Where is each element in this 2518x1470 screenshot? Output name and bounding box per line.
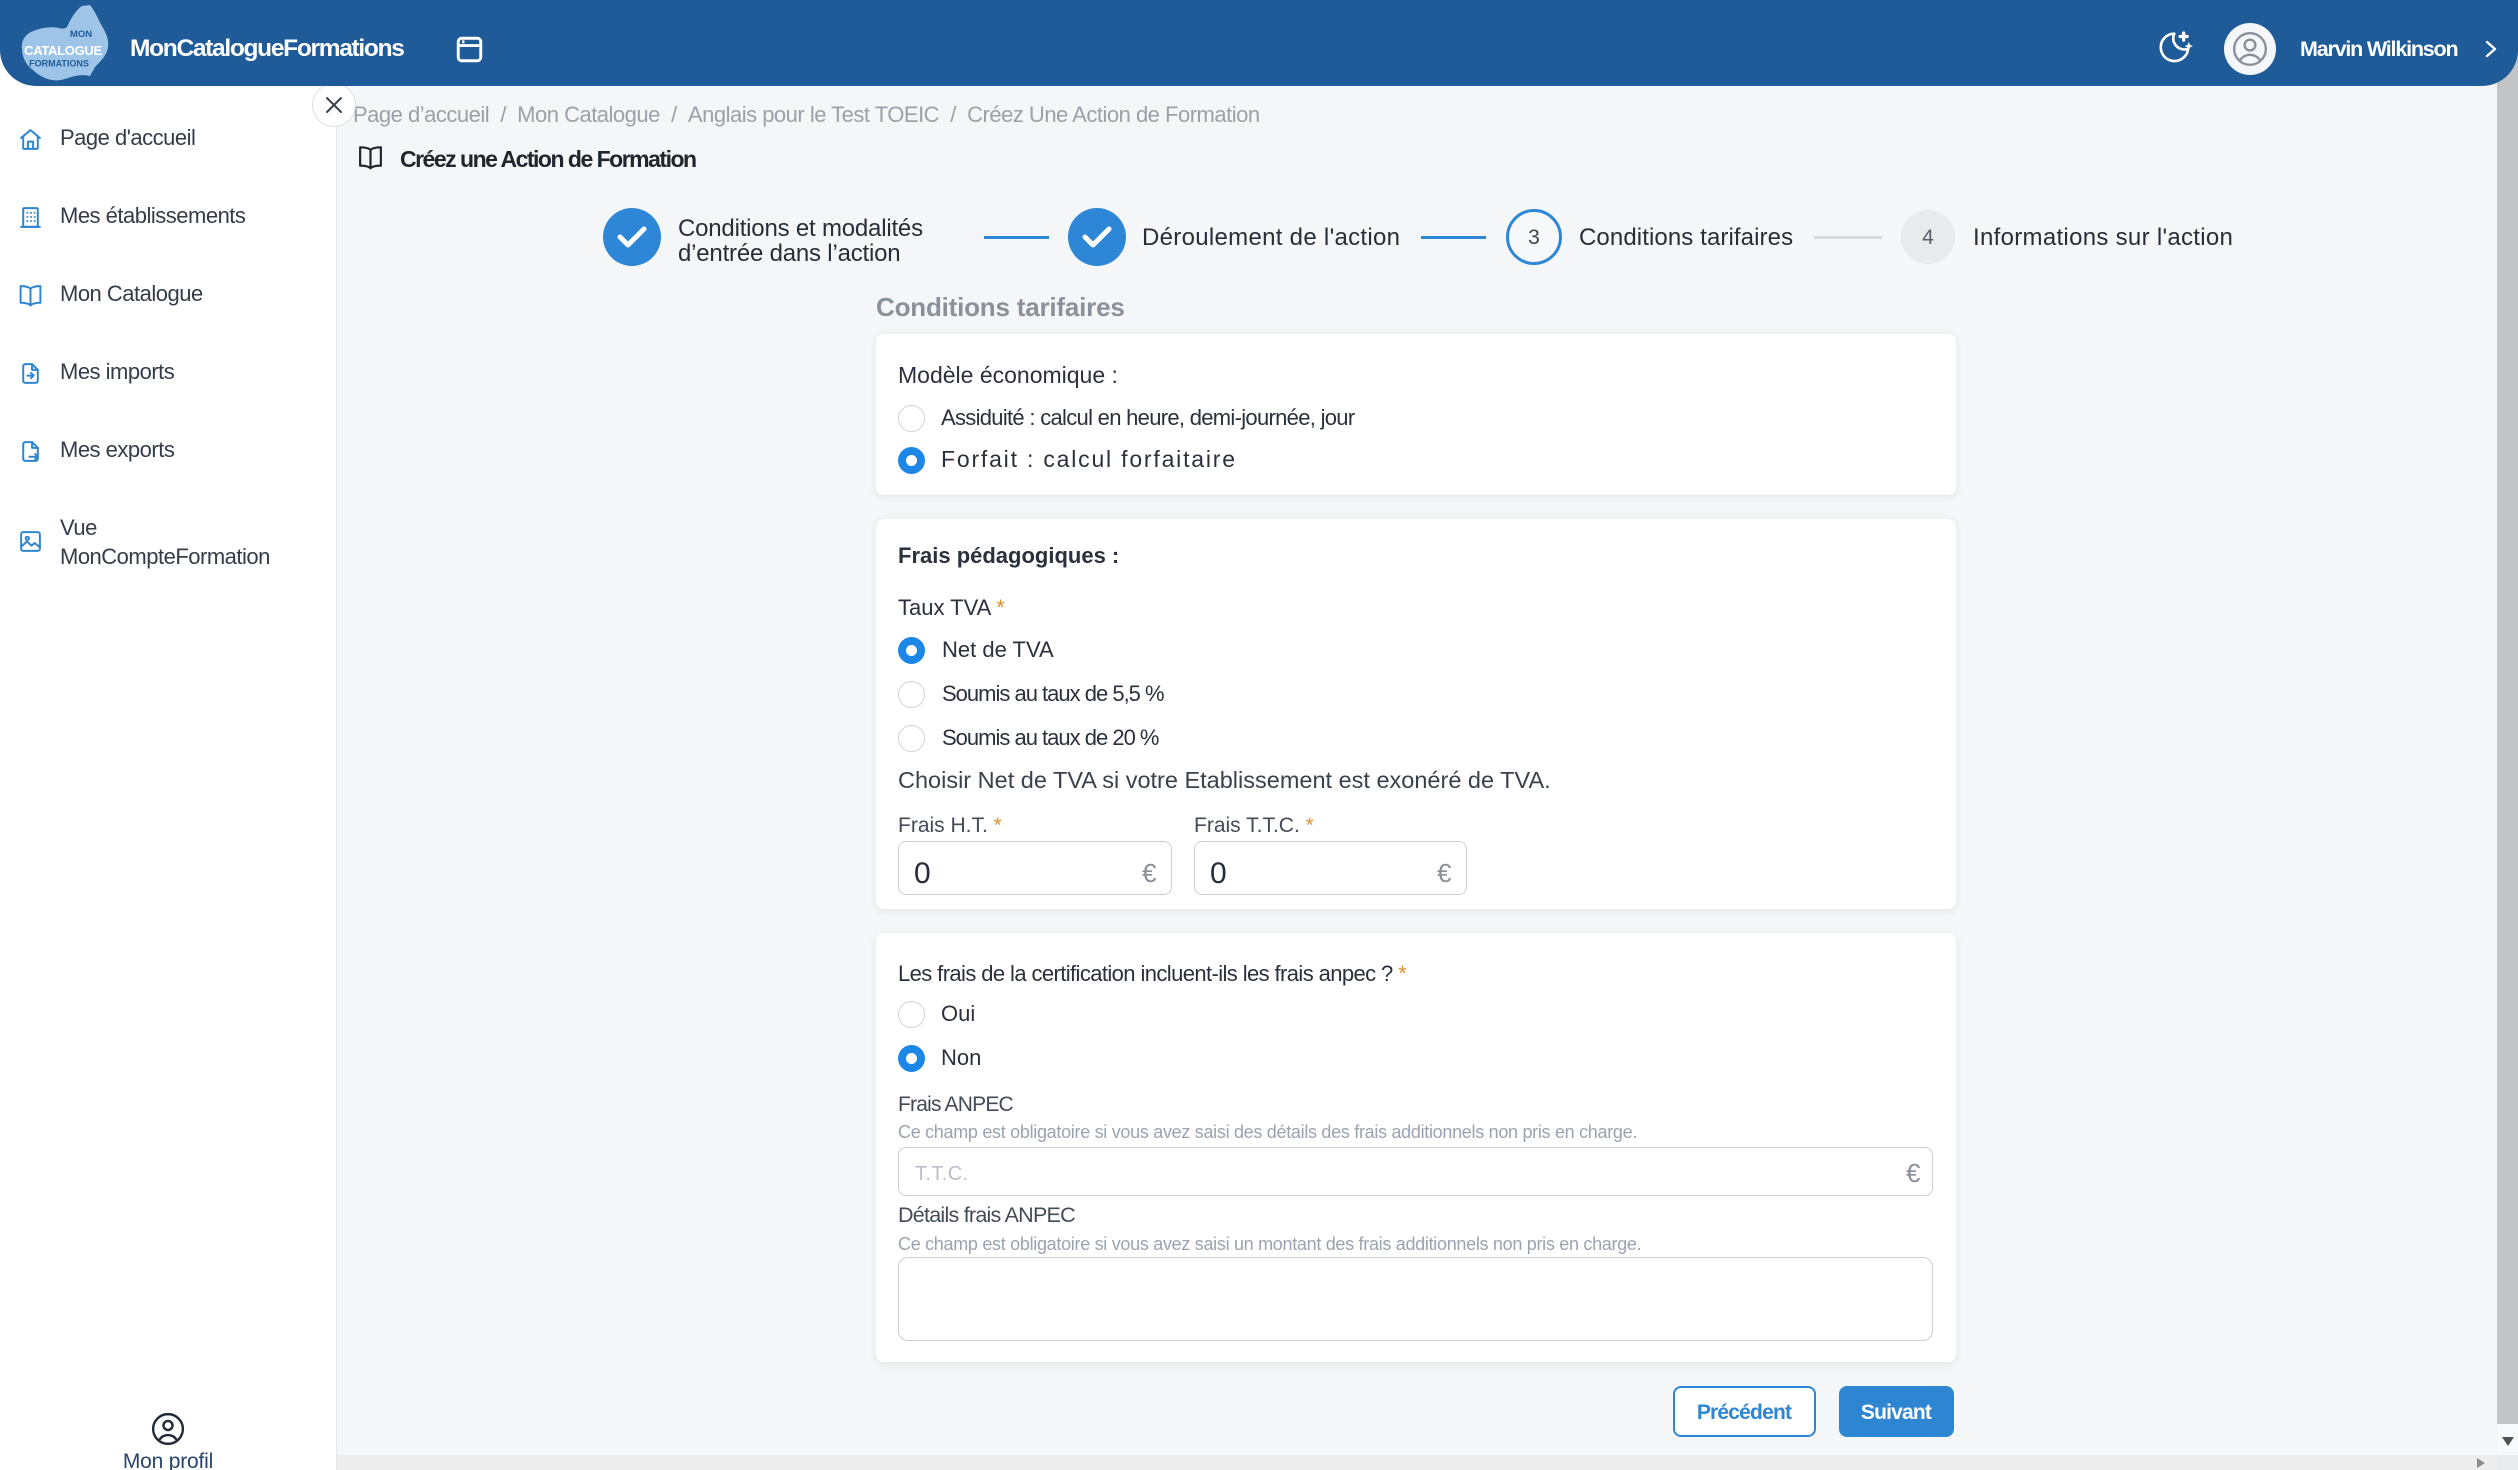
svg-text:CATALOGUE: CATALOGUE <box>24 43 102 58</box>
svg-text:MON: MON <box>70 29 92 40</box>
svg-text:FORMATIONS: FORMATIONS <box>29 59 89 69</box>
